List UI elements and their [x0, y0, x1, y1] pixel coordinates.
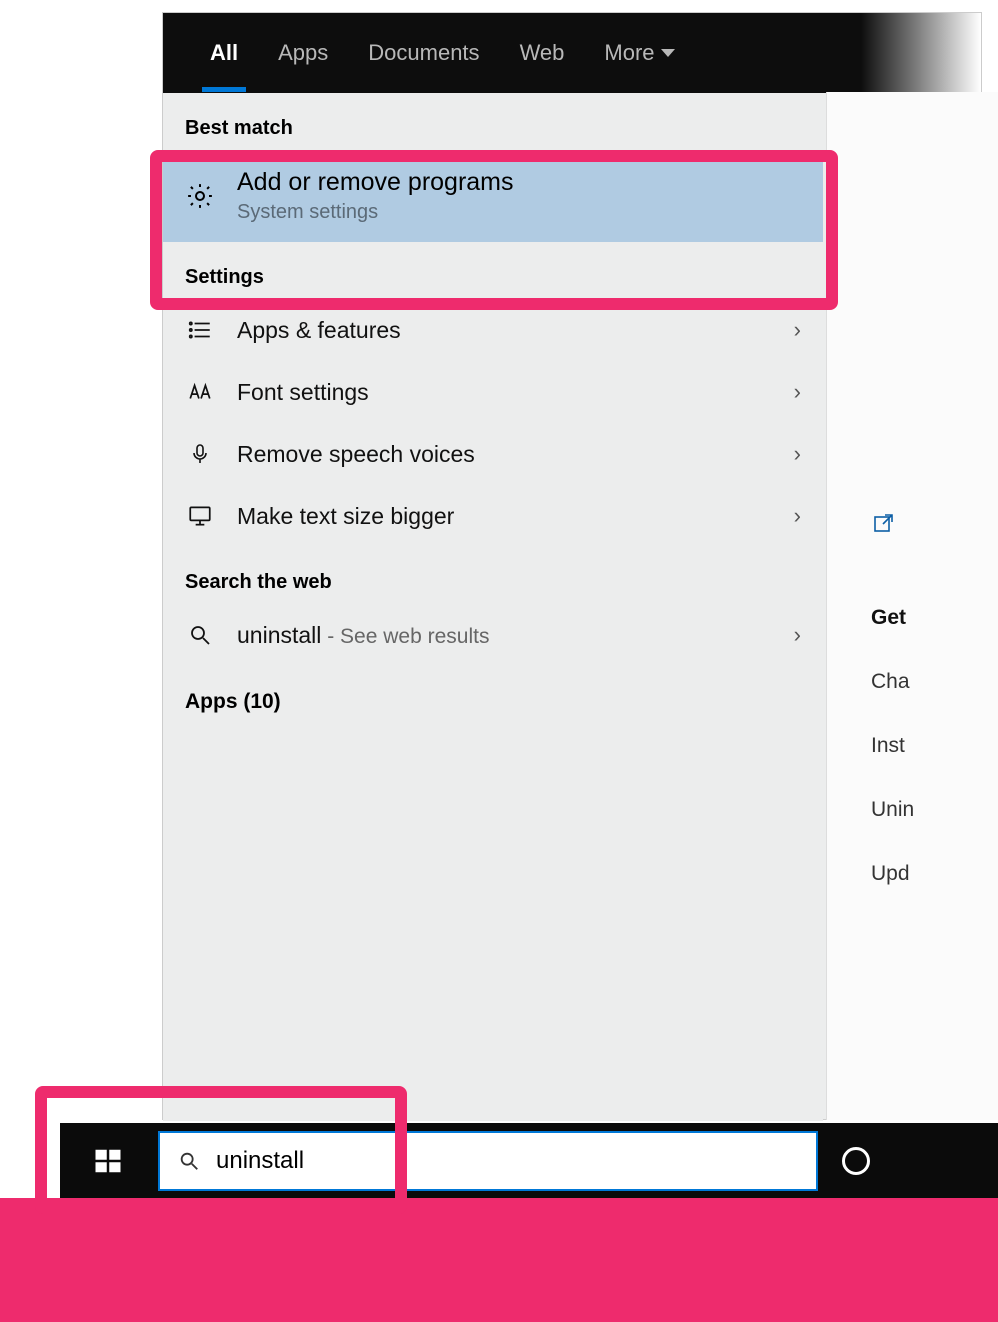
- settings-item-apps-features[interactable]: Apps & features ›: [163, 299, 823, 361]
- font-icon: [185, 377, 215, 407]
- settings-item-speech[interactable]: Remove speech voices ›: [163, 423, 823, 485]
- chevron-right-icon: ›: [794, 441, 801, 467]
- best-match-title: Add or remove programs: [237, 168, 514, 197]
- taskbar: [60, 1123, 998, 1199]
- best-match-subtitle: System settings: [237, 201, 514, 224]
- annotation-footer-strip: [0, 1198, 998, 1322]
- best-match-result[interactable]: Add or remove programs System settings: [163, 150, 823, 242]
- chevron-right-icon: ›: [794, 503, 801, 529]
- microphone-icon: [185, 439, 215, 469]
- section-apps-count[interactable]: Apps (10): [163, 666, 823, 724]
- open-external-icon[interactable]: [871, 512, 998, 536]
- side-panel-line[interactable]: Inst: [871, 734, 998, 758]
- tab-more-label: More: [604, 40, 654, 66]
- list-icon: [185, 315, 215, 345]
- settings-item-label: Font settings: [237, 379, 772, 406]
- tab-web[interactable]: Web: [518, 14, 567, 92]
- settings-item-label: Remove speech voices: [237, 441, 772, 468]
- section-best-match: Best match: [163, 93, 823, 150]
- search-tabs-bar: All Apps Documents Web More: [163, 13, 981, 93]
- tab-apps[interactable]: Apps: [276, 14, 330, 92]
- web-search-hint: - See web results: [321, 625, 489, 648]
- tab-all[interactable]: All: [208, 14, 240, 92]
- windows-logo-icon: [93, 1146, 123, 1176]
- settings-item-font[interactable]: Font settings ›: [163, 361, 823, 423]
- tab-more[interactable]: More: [602, 14, 676, 92]
- chevron-right-icon: ›: [794, 379, 801, 405]
- start-button[interactable]: [60, 1123, 156, 1199]
- search-icon: [185, 620, 215, 650]
- settings-item-label: Apps & features: [237, 317, 772, 344]
- details-side-panel: Get Cha Inst Unin Upd: [826, 92, 998, 1120]
- section-settings: Settings: [163, 242, 823, 299]
- results-column: Best match Add or remove programs System…: [163, 93, 823, 1121]
- search-input[interactable]: [216, 1147, 798, 1175]
- chevron-down-icon: [661, 49, 675, 57]
- cortana-button[interactable]: [842, 1147, 870, 1175]
- chevron-right-icon: ›: [794, 317, 801, 343]
- settings-item-label: Make text size bigger: [237, 503, 772, 530]
- side-panel-line[interactable]: Upd: [871, 862, 998, 886]
- side-panel-heading: Get: [871, 606, 998, 630]
- tab-documents[interactable]: Documents: [366, 14, 481, 92]
- settings-item-textsize[interactable]: Make text size bigger ›: [163, 485, 823, 547]
- web-search-label: uninstall - See web results: [237, 622, 772, 649]
- side-panel-line[interactable]: Unin: [871, 798, 998, 822]
- web-search-query: uninstall: [237, 622, 321, 648]
- side-panel-line[interactable]: Cha: [871, 670, 998, 694]
- chevron-right-icon: ›: [794, 622, 801, 648]
- monitor-icon: [185, 501, 215, 531]
- taskbar-search-box[interactable]: [158, 1131, 818, 1191]
- search-icon: [178, 1150, 200, 1172]
- gear-icon: [185, 181, 215, 211]
- section-search-web: Search the web: [163, 547, 823, 604]
- web-search-result[interactable]: uninstall - See web results ›: [163, 604, 823, 666]
